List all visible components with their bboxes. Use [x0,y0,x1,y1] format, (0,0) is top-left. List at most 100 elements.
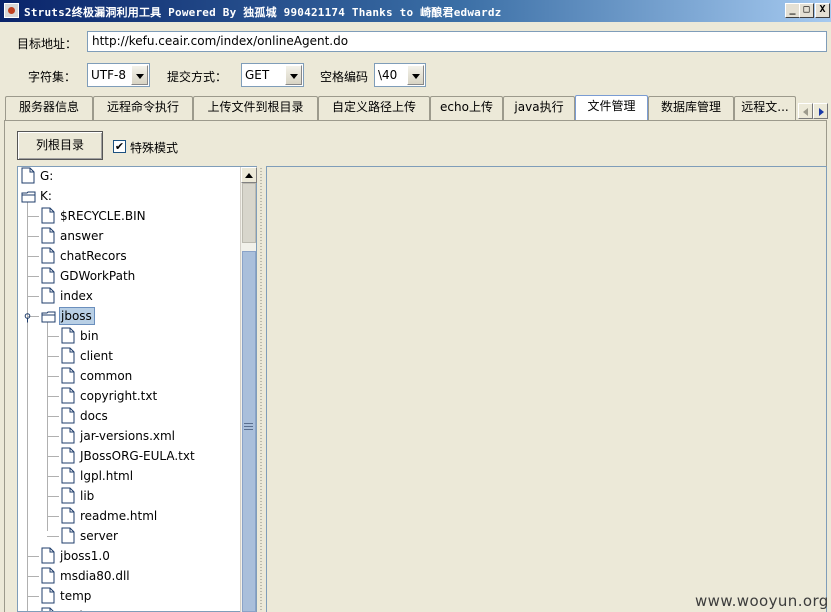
tree-node[interactable]: server [61,526,254,546]
tab-java-exec[interactable]: java执行 [503,96,575,120]
tree-node[interactable]: index [41,286,254,306]
close-button[interactable]: X [815,3,830,18]
file-icon [61,387,75,404]
file-icon [61,487,75,504]
tree-vertical-scrollbar[interactable] [240,167,257,612]
tab-remote-file[interactable]: 远程文... [734,96,796,120]
minimize-button[interactable]: _ [785,3,800,18]
tree-node[interactable]: readme.html [61,506,254,526]
tree-node[interactable]: answer [41,226,254,246]
tree-node[interactable]: copyright.txt [61,386,254,406]
file-icon [41,267,55,284]
tree-node-label: answer [60,229,104,243]
folder-icon [21,190,36,207]
tree-node-label: common [80,369,133,383]
scrollbar-thumb[interactable] [242,251,256,612]
special-mode-checkbox[interactable]: ✔ [113,140,126,153]
tree-node[interactable]: jboss1.0 [41,546,254,566]
tree-node[interactable]: lgpl.html [61,466,254,486]
tree-node[interactable]: common [61,366,254,386]
tree-node[interactable]: jboss [41,306,254,326]
tree-guide-line [27,276,39,277]
chevron-down-icon[interactable] [285,65,302,85]
tab-upload-to-root[interactable]: 上传文件到根目录 [193,96,318,120]
tree-node-label: K: [40,189,52,203]
list-root-button[interactable]: 列根目录 [17,131,103,160]
chevron-down-icon[interactable] [407,65,424,85]
file-icon [61,347,75,364]
tree-guide-line [27,236,39,237]
file-icon [61,527,75,544]
tree-node[interactable]: docs [61,406,254,426]
tree-guide-line [47,336,59,337]
tab-custom-path-upload[interactable]: 自定义路径上传 [318,96,430,120]
tab-file-manager[interactable]: 文件管理 [575,95,648,121]
tree-guide-line [47,356,59,357]
tree-node-label: G: [40,169,54,183]
space-encoding-value: \40 [378,68,398,82]
chevron-down-icon[interactable] [131,65,148,85]
file-content-area[interactable] [266,166,827,612]
watermark: www.wooyun.org [695,592,829,610]
tree-node[interactable]: lib [61,486,254,506]
tree-node[interactable]: msdia80.dll [41,566,254,586]
tree-node[interactable]: temp [41,586,254,606]
space-encoding-label: 空格编码 [320,70,369,84]
url-label: 目标地址： [17,37,78,51]
tree-guide-line [47,416,59,417]
file-tree[interactable]: G: K: $RECYCLE.BIN answer chatRecors GDWorkPa… [17,166,257,612]
tab-echo-upload[interactable]: echo上传 [430,96,503,120]
tree-node[interactable]: JBossORG-EULA.txt [61,446,254,466]
tab-scroll-right-icon[interactable] [813,103,828,119]
tree-node-label: jboss [59,307,95,325]
tree-node[interactable]: jar-versions.xml [61,426,254,446]
file-icon [61,407,75,424]
tree-node-label: jar-versions.xml [80,429,176,443]
scrollbar-track[interactable] [242,183,256,243]
tree-node-label: chatRecors [60,249,127,263]
tree-expand-handle-icon[interactable] [23,312,32,326]
charset-value: UTF-8 [91,68,126,82]
tree-node[interactable]: GDWorkPath [41,266,254,286]
method-select[interactable]: GET [241,63,304,87]
maximize-button[interactable]: □ [799,3,814,18]
charset-label: 字符集： [28,70,77,84]
tab-remote-command[interactable]: 远程命令执行 [93,96,193,120]
tab-scroll-left-icon[interactable] [798,103,813,119]
tree-node[interactable]: bin [61,326,254,346]
tree-guide-line [27,216,39,217]
tree-node[interactable]: chatRecors [41,246,254,266]
file-icon [41,567,55,584]
scrollbar-grip-icon [244,423,253,430]
file-icon [61,327,75,344]
tree-node-label: lgpl.html [80,469,134,483]
tree-guide-line [47,536,59,537]
tree-node[interactable]: tool [41,606,254,611]
target-url-input[interactable]: http://kefu.ceair.com/index/onlineAgent.… [87,31,827,52]
file-icon [61,507,75,524]
tree-guide-line [47,496,59,497]
tree-guide-line [47,476,59,477]
tree-node[interactable]: client [61,346,254,366]
split-pane-divider[interactable] [258,167,265,612]
tree-node-label: copyright.txt [80,389,158,403]
tree-node[interactable]: G: [21,167,254,186]
java-app-icon [4,3,19,18]
tree-guide-line [27,596,39,597]
tree-node-label: temp [60,589,92,603]
tree-node[interactable]: K: [21,186,254,206]
tree-node-label: $RECYCLE.BIN [60,209,146,223]
tree-guide-line [27,192,28,611]
charset-select[interactable]: UTF-8 [87,63,150,87]
window-title: Struts2终极漏洞利用工具 Powered By 独孤城 990421174… [24,6,502,19]
scroll-up-icon[interactable] [241,167,257,183]
tree-node[interactable]: $RECYCLE.BIN [41,206,254,226]
method-label: 提交方式： [167,70,228,84]
method-value: GET [245,68,270,82]
tab-server-info[interactable]: 服务器信息 [5,96,93,120]
tab-database-manager[interactable]: 数据库管理 [648,96,734,120]
file-icon [41,207,55,224]
space-encoding-select[interactable]: \40 [374,63,426,87]
tree-guide-line [47,456,59,457]
file-icon [21,167,35,184]
